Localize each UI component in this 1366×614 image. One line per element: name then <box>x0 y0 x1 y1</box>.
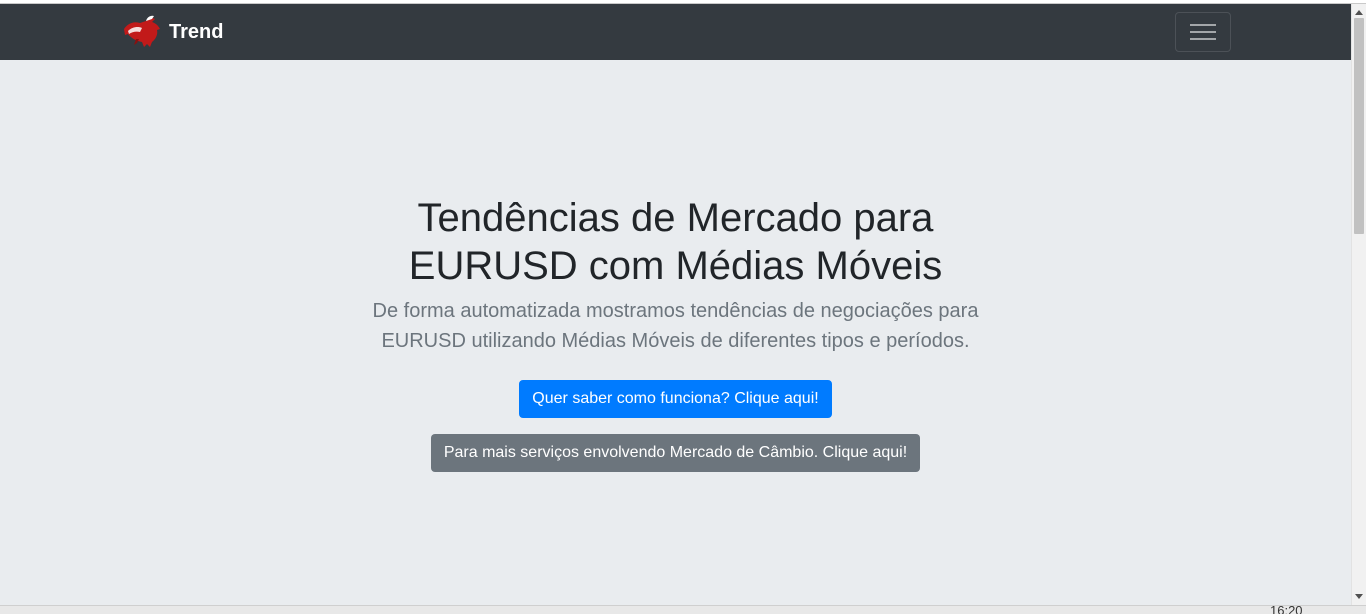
how-it-works-button[interactable]: Quer saber como funciona? Clique aqui! <box>519 380 832 418</box>
bull-logo-icon <box>124 15 160 47</box>
hamburger-menu-icon <box>1190 24 1216 40</box>
taskbar-clock[interactable]: 16:20 <box>1270 606 1303 614</box>
page-title: Tendências de Mercado para EURUSD com Mé… <box>408 196 943 288</box>
page-viewport: Trend Tendências de Mercado para EURUSD … <box>0 4 1351 605</box>
scroll-down-arrow-icon[interactable] <box>1355 594 1363 599</box>
hero-lead-text: De forma automatizada mostramos tendênci… <box>372 300 979 352</box>
navbar: Trend <box>0 4 1351 60</box>
more-services-button[interactable]: Para mais serviços envolvendo Mercado de… <box>430 434 921 472</box>
navbar-toggle-button[interactable] <box>1175 12 1231 52</box>
os-taskbar: 16:20 <box>0 605 1366 614</box>
brand-link[interactable]: Trend <box>122 14 223 50</box>
scrollbar-thumb[interactable] <box>1354 18 1364 234</box>
brand-name: Trend <box>169 20 224 43</box>
secondary-button-row: Para mais serviços envolvendo Mercado de… <box>0 418 1351 472</box>
scroll-up-arrow-icon[interactable] <box>1355 10 1363 15</box>
hero-jumbotron: Tendências de Mercado para EURUSD com Mé… <box>0 194 1351 472</box>
vertical-scrollbar[interactable] <box>1351 4 1366 605</box>
primary-button-row: Quer saber como funciona? Clique aqui! <box>0 356 1351 418</box>
